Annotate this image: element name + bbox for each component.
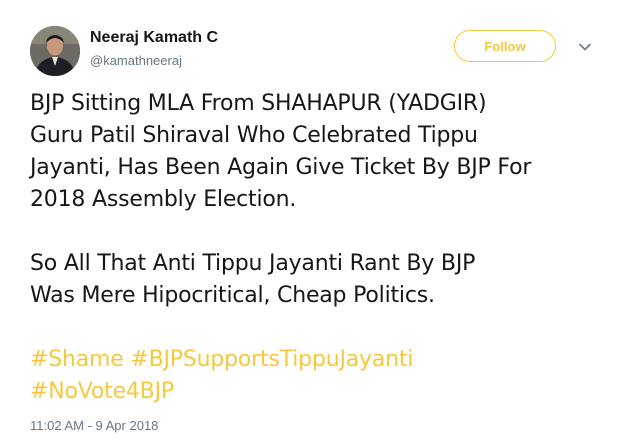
tweet-line: Guru Patil Shiraval Who Celebrated Tippu: [30, 123, 478, 148]
tweet-card: Neeraj Kamath C @kamathneeraj Follow BJP…: [0, 0, 631, 445]
avatar-image: [30, 26, 80, 76]
follow-button[interactable]: Follow: [454, 30, 556, 62]
avatar[interactable]: [30, 26, 80, 76]
hashtag-line: #NoVote4BJP: [30, 376, 620, 408]
hashtag-link[interactable]: #Shame: [30, 347, 124, 372]
chevron-down-icon[interactable]: [578, 40, 592, 54]
hashtag-line: #Shame #BJPSupportsTippuJayanti: [30, 344, 620, 376]
tweet-line: Was Mere Hipocritical, Cheap Politics.: [30, 283, 435, 308]
user-handle[interactable]: @kamathneeraj: [90, 53, 182, 68]
tweet-line: BJP Sitting MLA From SHAHAPUR (YADGIR): [30, 91, 487, 116]
hashtag-link[interactable]: #BJPSupportsTippuJayanti: [130, 347, 413, 372]
tweet-text: BJP Sitting MLA From SHAHAPUR (YADGIR) G…: [30, 88, 620, 408]
hashtag-link[interactable]: #NoVote4BJP: [30, 379, 174, 404]
tweet-timestamp[interactable]: 11:02 AM - 9 Apr 2018: [30, 418, 158, 433]
tweet-line: So All That Anti Tippu Jayanti Rant By B…: [30, 251, 476, 276]
display-name[interactable]: Neeraj Kamath C: [90, 29, 218, 47]
tweet-line: 2018 Assembly Election.: [30, 187, 297, 212]
tweet-line: Jayanti, Has Been Again Give Ticket By B…: [30, 155, 532, 180]
